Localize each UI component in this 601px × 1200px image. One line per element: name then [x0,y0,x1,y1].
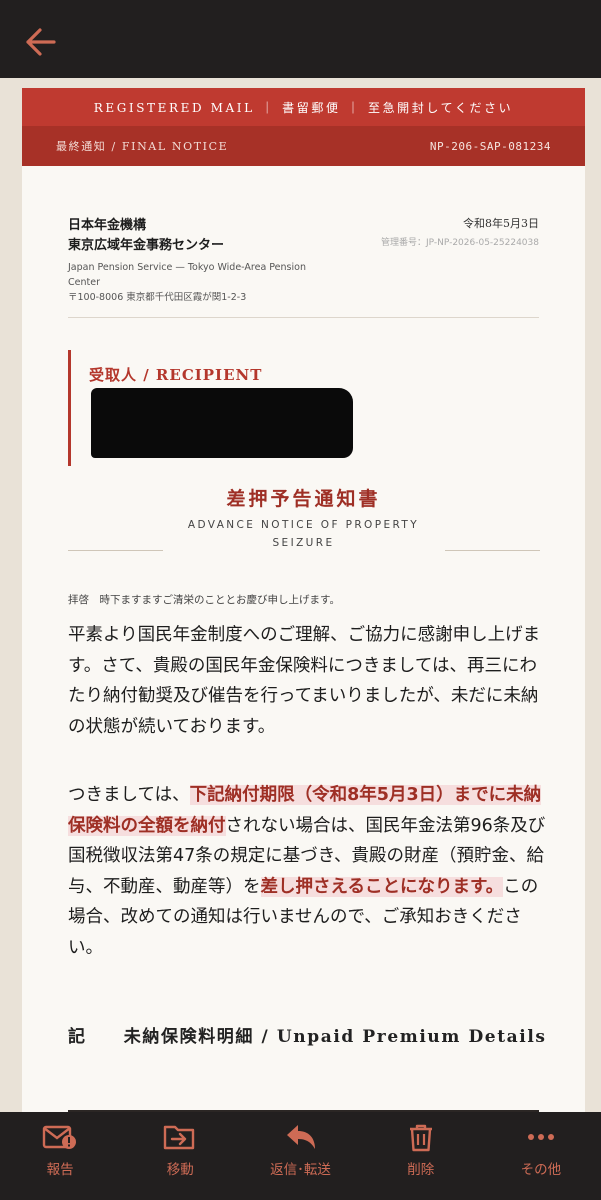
recipient-label: 受取人 / RECIPIENT [89,366,263,384]
document-title: 差押予告通知書 [22,484,585,511]
recipient-block: 受取人 / RECIPIENT [68,350,398,466]
greeting-line: 拝啓 時下ますますご清栄のこととお慶び申し上げます。 [68,594,340,606]
notice-letter: REGISTERED MAIL ｜ 書留郵便 ｜ 至急開封してください 最終通知… [22,88,585,1112]
reply-forward-label: 返信･転送 [270,1162,331,1178]
title-english: ADVANCE NOTICE OF PROPERTY SEIZURE [187,519,420,549]
date-block: 令和8年5月3日 管理番号：JP-NP-2026-05-25224038 [381,216,539,252]
title-japanese: 差押予告通知書 [226,488,381,510]
move-button[interactable]: 移動 [120,1112,240,1200]
sender-english-name: Japan Pension Service — Tokyo Wide-Area … [68,262,306,288]
final-notice-banner: 最終通知 / FINAL NOTICE NP-206-SAP-081234 [22,126,585,166]
redacted-recipient-name [91,388,353,458]
sender-block: 日本年金機構 東京広域年金事務センター Japan Pension Servic… [68,216,338,305]
report-label: 報告 [46,1162,74,1178]
bottom-toolbar: 報告 移動 返信･転送 削除 その他 [0,1112,601,1200]
report-button[interactable]: 報告 [0,1112,120,1200]
more-dots-icon [527,1134,554,1140]
reply-icon [286,1125,315,1149]
delete-button[interactable]: 削除 [361,1112,481,1200]
move-folder-icon [164,1125,195,1150]
report-mail-icon [42,1125,77,1149]
seizure-highlight: 差し押さえることになります。 [260,876,504,897]
top-bar [0,0,601,78]
divider [68,317,539,318]
sender-address: 〒100-8006 東京都千代田区霞が関1-2-3 [68,292,247,303]
final-notice-label: 最終通知 / FINAL NOTICE [56,140,229,153]
paragraph-intro: 平素より国民年金制度へのご理解、ご協力に感謝申し上げます。さて、貴殿の国民年金保… [68,625,541,737]
section-title: 記 未納保険料明細 / Unpaid Premium Details [68,1027,547,1047]
notice-date: 令和8年5月3日 [463,217,539,230]
reference-number: NP-206-SAP-081234 [429,139,551,153]
arrow-left-icon [26,28,56,56]
reply-forward-button[interactable]: 返信･転送 [240,1112,360,1200]
management-number: 管理番号：JP-NP-2026-05-25224038 [380,238,539,248]
registered-mail-banner: REGISTERED MAIL ｜ 書留郵便 ｜ 至急開封してください [22,88,585,126]
more-label: その他 [520,1162,562,1178]
delete-label: 削除 [407,1162,435,1178]
title-rule-left [68,550,163,551]
title-rule-right [445,550,540,551]
warning-text-1: つきましては、 [68,785,190,805]
more-button[interactable]: その他 [481,1112,601,1200]
back-button[interactable] [20,22,64,62]
message-body[interactable]: REGISTERED MAIL ｜ 書留郵便 ｜ 至急開封してください 最終通知… [0,78,601,1112]
trash-icon [409,1124,432,1152]
paragraph-warning: つきましては、下記納付期限（令和8年5月3日）までに未納保険料の全額を納付されな… [68,780,546,963]
sender-office-name: 東京広域年金事務センター [68,238,225,253]
sender-org-name: 日本年金機構 [68,218,147,233]
move-label: 移動 [166,1162,194,1178]
